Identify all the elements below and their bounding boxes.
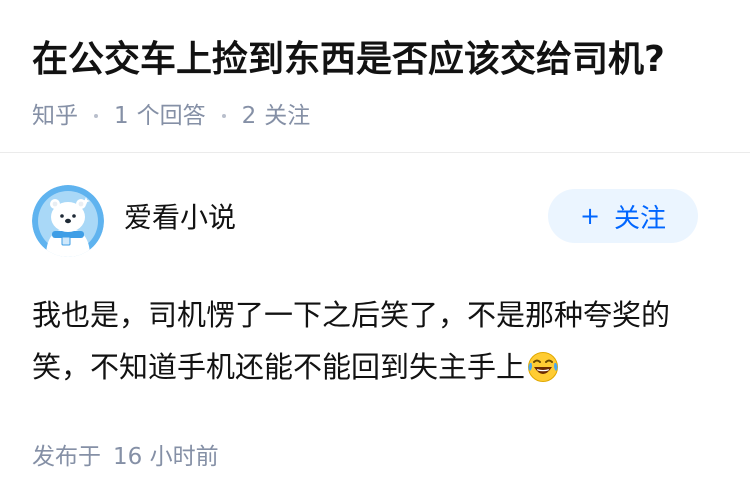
question-title[interactable]: 在公交车上捡到东西是否应该交给司机? (32, 36, 718, 84)
answer-time: 发布于 16 小时前 (32, 441, 718, 473)
follow-label: 关注 (614, 203, 667, 234)
answer-text-line: 我也是，司机愣了一下之后笑了，不是那种夸奖的 (32, 298, 671, 332)
follow-button[interactable]: + 关注 (548, 189, 698, 243)
time-prefix: 发布于 (32, 444, 101, 470)
separator-dot (94, 114, 98, 118)
plus-icon: + (579, 202, 601, 230)
author-row: 爱看小说 + 关注 (32, 183, 718, 259)
separator-dot (221, 114, 226, 118)
question-header: 在公交车上捡到东西是否应该交给司机? 知乎 1 个回答 2 关注 (0, 0, 750, 152)
answers-count: 1 (114, 103, 129, 129)
followers-label: 关注 (264, 103, 311, 129)
question-meta: 知乎 1 个回答 2 关注 (32, 100, 718, 132)
time-value: 16 小时前 (113, 444, 219, 470)
author-name[interactable]: 爱看小说 (124, 200, 236, 236)
question-page: 在公交车上捡到东西是否应该交给司机? 知乎 1 个回答 2 关注 爱看小说 + … (0, 0, 750, 482)
answer-text-line: 笑，不知道手机还能不能回到失主手上 (32, 341, 712, 399)
answer-text-segment: 笑，不知道手机还能不能回到失主手上 (32, 350, 526, 384)
avatar[interactable] (32, 185, 104, 257)
bear-avatar-icon (32, 185, 104, 257)
followers-count: 2 (241, 103, 257, 129)
answer-card: 爱看小说 + 关注 我也是，司机愣了一下之后笑了，不是那种夸奖的 笑，不知道手机… (0, 153, 750, 473)
answer-content[interactable]: 我也是，司机愣了一下之后笑了，不是那种夸奖的 笑，不知道手机还能不能回到失主手上 (32, 289, 712, 399)
laughing-tears-emoji-icon (527, 347, 559, 399)
source-label[interactable]: 知乎 (32, 100, 78, 132)
answers-label: 个回答 (136, 103, 206, 129)
